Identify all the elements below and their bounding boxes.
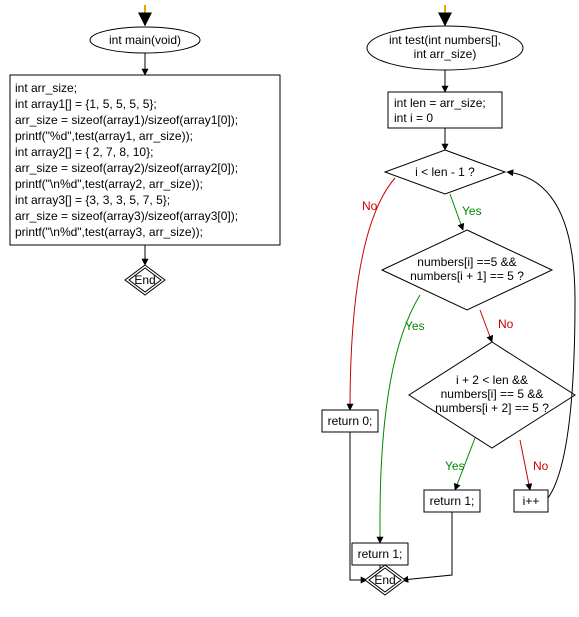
cond1-yes-label: Yes bbox=[462, 204, 482, 218]
cond1-no-label: No bbox=[362, 199, 378, 213]
test-func-header-l1: int test(int numbers[], bbox=[389, 33, 501, 47]
inc-label: i++ bbox=[523, 494, 540, 508]
cond3-no-label: No bbox=[533, 459, 549, 473]
cond3-l1: i + 2 < len && bbox=[456, 373, 528, 387]
cond2-no-label: No bbox=[498, 317, 514, 331]
code-line: printf("\n%d",test(array3, arr_size)); bbox=[15, 225, 203, 239]
cond2-l2: numbers[i + 1] == 5 ? bbox=[410, 269, 524, 283]
init-line: int i = 0 bbox=[394, 111, 433, 125]
code-line: printf("\n%d",test(array2, arr_size)); bbox=[15, 177, 203, 191]
main-func-header: int main(void) bbox=[109, 33, 181, 47]
code-line: int array3[] = {3, 3, 3, 5, 7, 5}; bbox=[15, 193, 170, 207]
cond3-l3: numbers[i + 2] == 5 ? bbox=[435, 401, 549, 415]
code-line: arr_size = sizeof(array3)/sizeof(array3[… bbox=[15, 209, 238, 223]
code-line: arr_size = sizeof(array1)/sizeof(array1[… bbox=[15, 113, 238, 127]
code-line: printf("%d",test(array1, arr_size)); bbox=[15, 129, 193, 143]
left-end-node: End bbox=[125, 265, 165, 295]
code-line: int array2[] = { 2, 7, 8, 10}; bbox=[15, 145, 153, 159]
return1b-label: return 1; bbox=[430, 494, 475, 508]
code-line: int array1[] = {1, 5, 5, 5, 5}; bbox=[15, 97, 157, 111]
left-end-label: End bbox=[134, 273, 155, 287]
test-func-header-l2: int arr_size) bbox=[414, 47, 477, 61]
code-line: arr_size = sizeof(array2)/sizeof(array2[… bbox=[15, 161, 238, 175]
return1a-label: return 1; bbox=[358, 547, 403, 561]
code-line: int arr_size; bbox=[15, 81, 77, 95]
cond1-label: i < len - 1 ? bbox=[415, 165, 475, 179]
init-line: int len = arr_size; bbox=[394, 96, 486, 110]
cond2-l1: numbers[i] ==5 && bbox=[417, 255, 516, 269]
return0-label: return 0; bbox=[328, 414, 373, 428]
cond3-yes-label: Yes bbox=[445, 459, 465, 473]
cond3-l2: numbers[i] == 5 && bbox=[441, 387, 544, 401]
right-end-label: End bbox=[374, 573, 395, 587]
right-end-node: End bbox=[365, 565, 405, 595]
cond2-yes-label: Yes bbox=[405, 319, 425, 333]
